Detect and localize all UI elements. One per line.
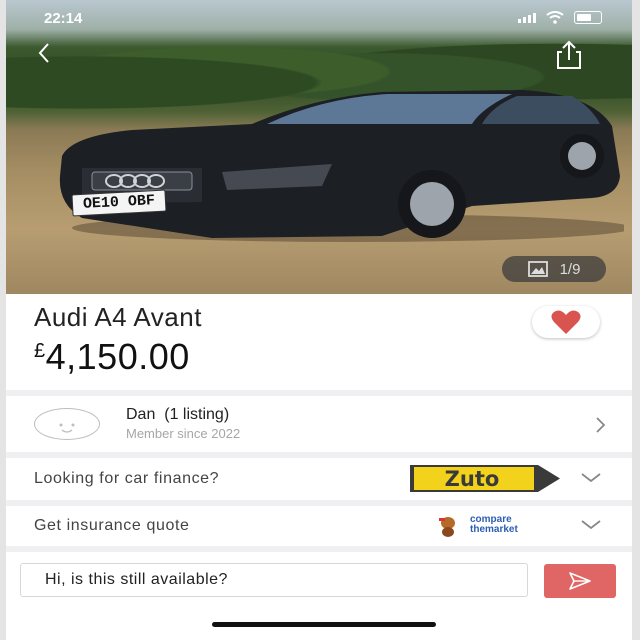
car-photo	[59, 90, 624, 242]
status-time: 22:14	[44, 10, 83, 27]
listing-screen: OE10 OBF 22:14 1/9 Audi A4 Avant £4,150.…	[0, 0, 640, 640]
back-button[interactable]	[30, 38, 60, 68]
send-button[interactable]	[544, 564, 616, 598]
comparethemarket-logo: compare themarket	[436, 515, 556, 537]
face-icon	[59, 423, 75, 433]
chevron-right-icon	[596, 417, 606, 433]
battery-icon	[574, 11, 602, 24]
listing-header: Audi A4 Avant £4,150.00	[6, 294, 632, 390]
car-finance-label: Looking for car finance?	[34, 470, 220, 487]
heart-icon	[551, 310, 581, 334]
listing-price: £4,150.00	[34, 336, 190, 378]
chevron-down-icon	[581, 520, 601, 530]
price-amount: 4,150.00	[45, 336, 190, 377]
chevron-left-icon	[38, 43, 49, 63]
signal-icon	[518, 12, 536, 23]
meerkat-icon	[439, 517, 455, 537]
avatar	[34, 408, 100, 440]
photo-counter: 1/9	[559, 260, 581, 278]
ctm-line-2: themarket	[470, 524, 518, 535]
image-icon	[527, 261, 548, 277]
home-indicator	[212, 622, 436, 627]
insurance-quote-label: Get insurance quote	[34, 517, 190, 534]
send-icon	[569, 572, 591, 590]
zuto-logo-text: Zuto	[445, 467, 500, 491]
message-bar	[6, 552, 632, 640]
seller-member-since: Member since 2022	[126, 426, 241, 441]
insurance-quote-row[interactable]: Get insurance quote compare themarket	[6, 506, 632, 546]
share-icon	[557, 40, 581, 69]
photo-counter-badge: 1/9	[502, 256, 606, 282]
zuto-logo: Zuto	[410, 465, 560, 492]
price-currency: £	[34, 340, 46, 362]
seller-row[interactable]: Dan (1 listing) Member since 2022	[6, 396, 632, 452]
message-input[interactable]	[20, 563, 528, 597]
listing-title: Audi A4 Avant	[34, 302, 202, 332]
car-finance-row[interactable]: Looking for car finance? Zuto	[6, 458, 632, 500]
favorite-button[interactable]	[532, 306, 600, 338]
wifi-icon	[546, 11, 564, 24]
photo-gallery[interactable]: OE10 OBF 22:14 1/9	[6, 0, 632, 294]
chevron-down-icon	[581, 473, 601, 483]
seller-name: Dan (1 listing)	[126, 406, 230, 423]
share-button[interactable]	[552, 38, 586, 72]
status-icons	[518, 11, 602, 24]
comparethemarket-text: compare themarket	[470, 515, 518, 535]
screen-edge-right	[632, 0, 640, 640]
